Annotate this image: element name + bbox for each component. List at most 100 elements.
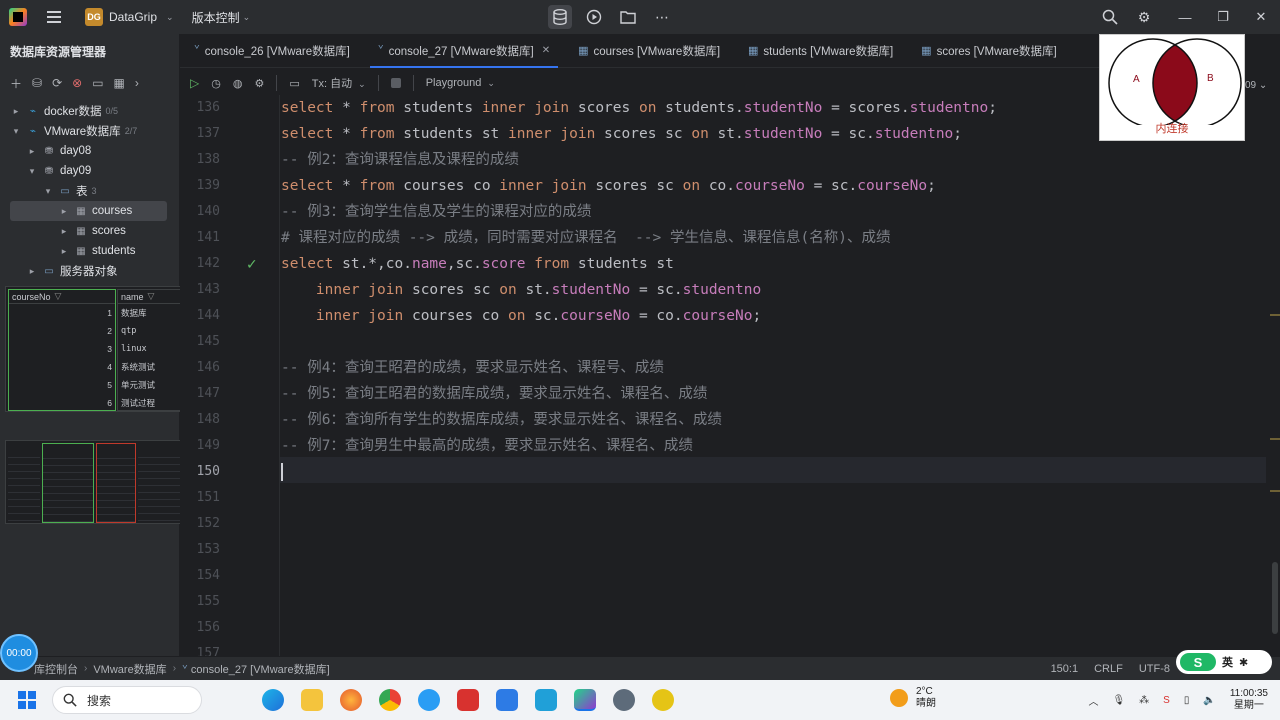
chevron-up-icon[interactable]: ︿ [1088,693,1098,708]
taskbar-apps [262,689,674,711]
editor-scrollbar[interactable] [1272,562,1278,634]
table-view-icon[interactable]: ▦ [114,76,125,90]
ddl-icon[interactable]: ▭ [92,76,103,90]
chevron-right-icon[interactable]: ▸ [26,266,38,277]
tree-item[interactable]: ▸ ▦ courses [10,201,167,221]
battery-icon[interactable]: ▯ [1184,695,1190,706]
chrome-icon[interactable] [379,689,401,711]
close-window-button[interactable]: ✕ [1242,9,1280,25]
run-services-icon[interactable] [582,5,606,29]
file-explorer-icon[interactable] [301,689,323,711]
ime-mode[interactable]: 英 [1222,654,1233,670]
editor-tab[interactable]: ᘁ console_26 [VMware数据库] [180,34,364,67]
search-icon [63,693,77,707]
settings-icon[interactable]: ⚙ [254,77,264,90]
refresh-icon[interactable]: ⟳ [52,76,62,90]
app-icon[interactable] [652,689,674,711]
edge-icon[interactable] [262,689,284,711]
restore-button[interactable]: ❐ [1204,9,1242,25]
tree-item[interactable]: ▾ ⛃ day09 [0,161,179,181]
main-menu-icon[interactable] [47,11,61,23]
close-tab-icon[interactable]: ✕ [542,45,550,56]
project-name: DataGrip [109,10,158,24]
history-icon[interactable]: ◷ [211,77,221,90]
chevron-right-icon[interactable]: ▸ [58,226,70,237]
project-selector[interactable]: DG DataGrip ⌄ [79,5,180,29]
chevron-down-icon[interactable]: ▾ [42,186,54,197]
line-number-gutter: 136 137 138 139 140 141 142 ✓ 143 144 145 146 147 148… [180,95,280,661]
tree-item[interactable]: ▸ ▦ scores [0,221,179,241]
data-source-icon[interactable]: ⛁ [32,76,42,90]
file-encoding[interactable]: UTF-8 [1139,663,1170,675]
cursor-position[interactable]: 150:1 [1051,663,1079,675]
chevron-right-icon[interactable]: ▸ [58,246,70,257]
line-number: 155 [196,594,220,609]
breadcrumb-item[interactable]: ᘁ console_27 [VMware数据库] [182,661,330,677]
recording-timer[interactable]: 00:00 [0,634,38,672]
playground-dropdown[interactable]: Playground ⌄ [426,77,495,89]
explain-icon[interactable]: ◍ [233,77,243,90]
breadcrumb-item[interactable]: 库控制台 [34,661,78,677]
minimize-button[interactable]: — [1166,10,1204,25]
chevron-right-icon[interactable]: ▸ [10,106,22,117]
execute-icon[interactable]: ▷ [190,76,199,90]
expand-arrow-icon[interactable]: › [135,76,139,90]
datagrip-taskbar-icon[interactable] [574,689,596,711]
speaker-icon[interactable]: 🔈 [1203,695,1215,706]
panel-title: 数据库资源管理器 [10,44,107,59]
windows-start-icon[interactable] [18,691,36,709]
more-icon[interactable]: ⋯ [650,5,674,29]
column-header: courseNo ▽ [9,290,115,304]
tree-item[interactable]: ▸ ▦ students [0,241,179,261]
stop-icon[interactable] [390,78,401,88]
editor-tab[interactable]: ▦ scores [VMware数据库] [907,34,1071,67]
code-line: select * from courses co inner join scor… [281,178,936,194]
app-icon[interactable] [496,689,518,711]
table-cell: 1 [107,308,112,318]
tree-item[interactable]: ▸ ▭ 服务器对象 [0,261,179,281]
tree-item[interactable]: ▸ ⛃ day08 [0,141,179,161]
chat-app-icon[interactable] [418,689,440,711]
sql-editor[interactable]: select * from students inner join scores… [281,95,1266,656]
breadcrumb-item[interactable]: VMware数据库 [93,661,166,677]
vcs-menu[interactable]: 版本控制 ⌄ [192,9,251,26]
chevron-down-icon[interactable]: ▾ [26,166,38,177]
microphone-icon[interactable]: 🎙 [1112,695,1125,706]
code-line: -- 例2：查询课程信息及课程的成绩 [281,152,519,168]
ime-settings-icon[interactable]: ✱ [1239,656,1248,669]
disconnect-icon[interactable]: ⊗ [72,76,82,90]
tree-item[interactable]: ▾ ▭ 表 3 [0,181,179,201]
venn-label-b: B [1207,73,1214,84]
clock-time: 11:00:35 [1229,688,1268,699]
network-icon[interactable]: ⁂ [1139,695,1149,706]
sogou-tray-icon[interactable]: S [1163,695,1170,706]
line-number: 139 [196,178,220,193]
folder-icon[interactable] [616,5,640,29]
add-icon[interactable]: ＋ [10,75,22,92]
settings-gear-icon[interactable]: ⚙ [1132,5,1156,29]
tab-label: console_26 [VMware数据库] [204,45,350,58]
chevron-right-icon[interactable]: ▸ [58,206,70,217]
clock-app-icon[interactable] [613,689,635,711]
tree-item[interactable]: ▸ ⌁ docker数据 0/5 [0,101,179,121]
firefox-icon[interactable] [340,689,362,711]
tx-mode-dropdown[interactable]: Tx: 自动 ⌄ [312,75,366,91]
pdf-app-icon[interactable] [457,689,479,711]
taskbar-search[interactable]: 搜索 [52,686,202,714]
weather-widget[interactable]: 2°C 晴朗 [890,686,936,710]
database-icon[interactable] [548,5,572,29]
line-separator[interactable]: CRLF [1094,663,1123,675]
taskbar-clock[interactable]: 11:00:35 星期一 [1230,688,1268,712]
editor-tab[interactable]: ᘁ console_27 [VMware数据库] ✕ [364,34,564,68]
chevron-down-icon: ⌄ [242,11,251,22]
chevron-right-icon[interactable]: ▸ [26,146,38,157]
table-icon[interactable]: ▭ [289,77,299,90]
ime-toolbar[interactable]: S 英 ✱ [1176,650,1272,674]
tree-item[interactable]: ▾ ⌁ VMware数据库 2/7 [0,121,179,141]
chevron-down-icon[interactable]: ▾ [10,126,22,137]
system-tray: ︿ 🎙 ⁂ S ▯ 🔈 11:00:35 星期一 [1088,680,1280,720]
editor-tab[interactable]: ▦ students [VMware数据库] [734,34,907,67]
editor-tab[interactable]: ▦ courses [VMware数据库] [564,34,734,67]
search-icon[interactable] [1098,5,1122,29]
app-icon[interactable] [535,689,557,711]
